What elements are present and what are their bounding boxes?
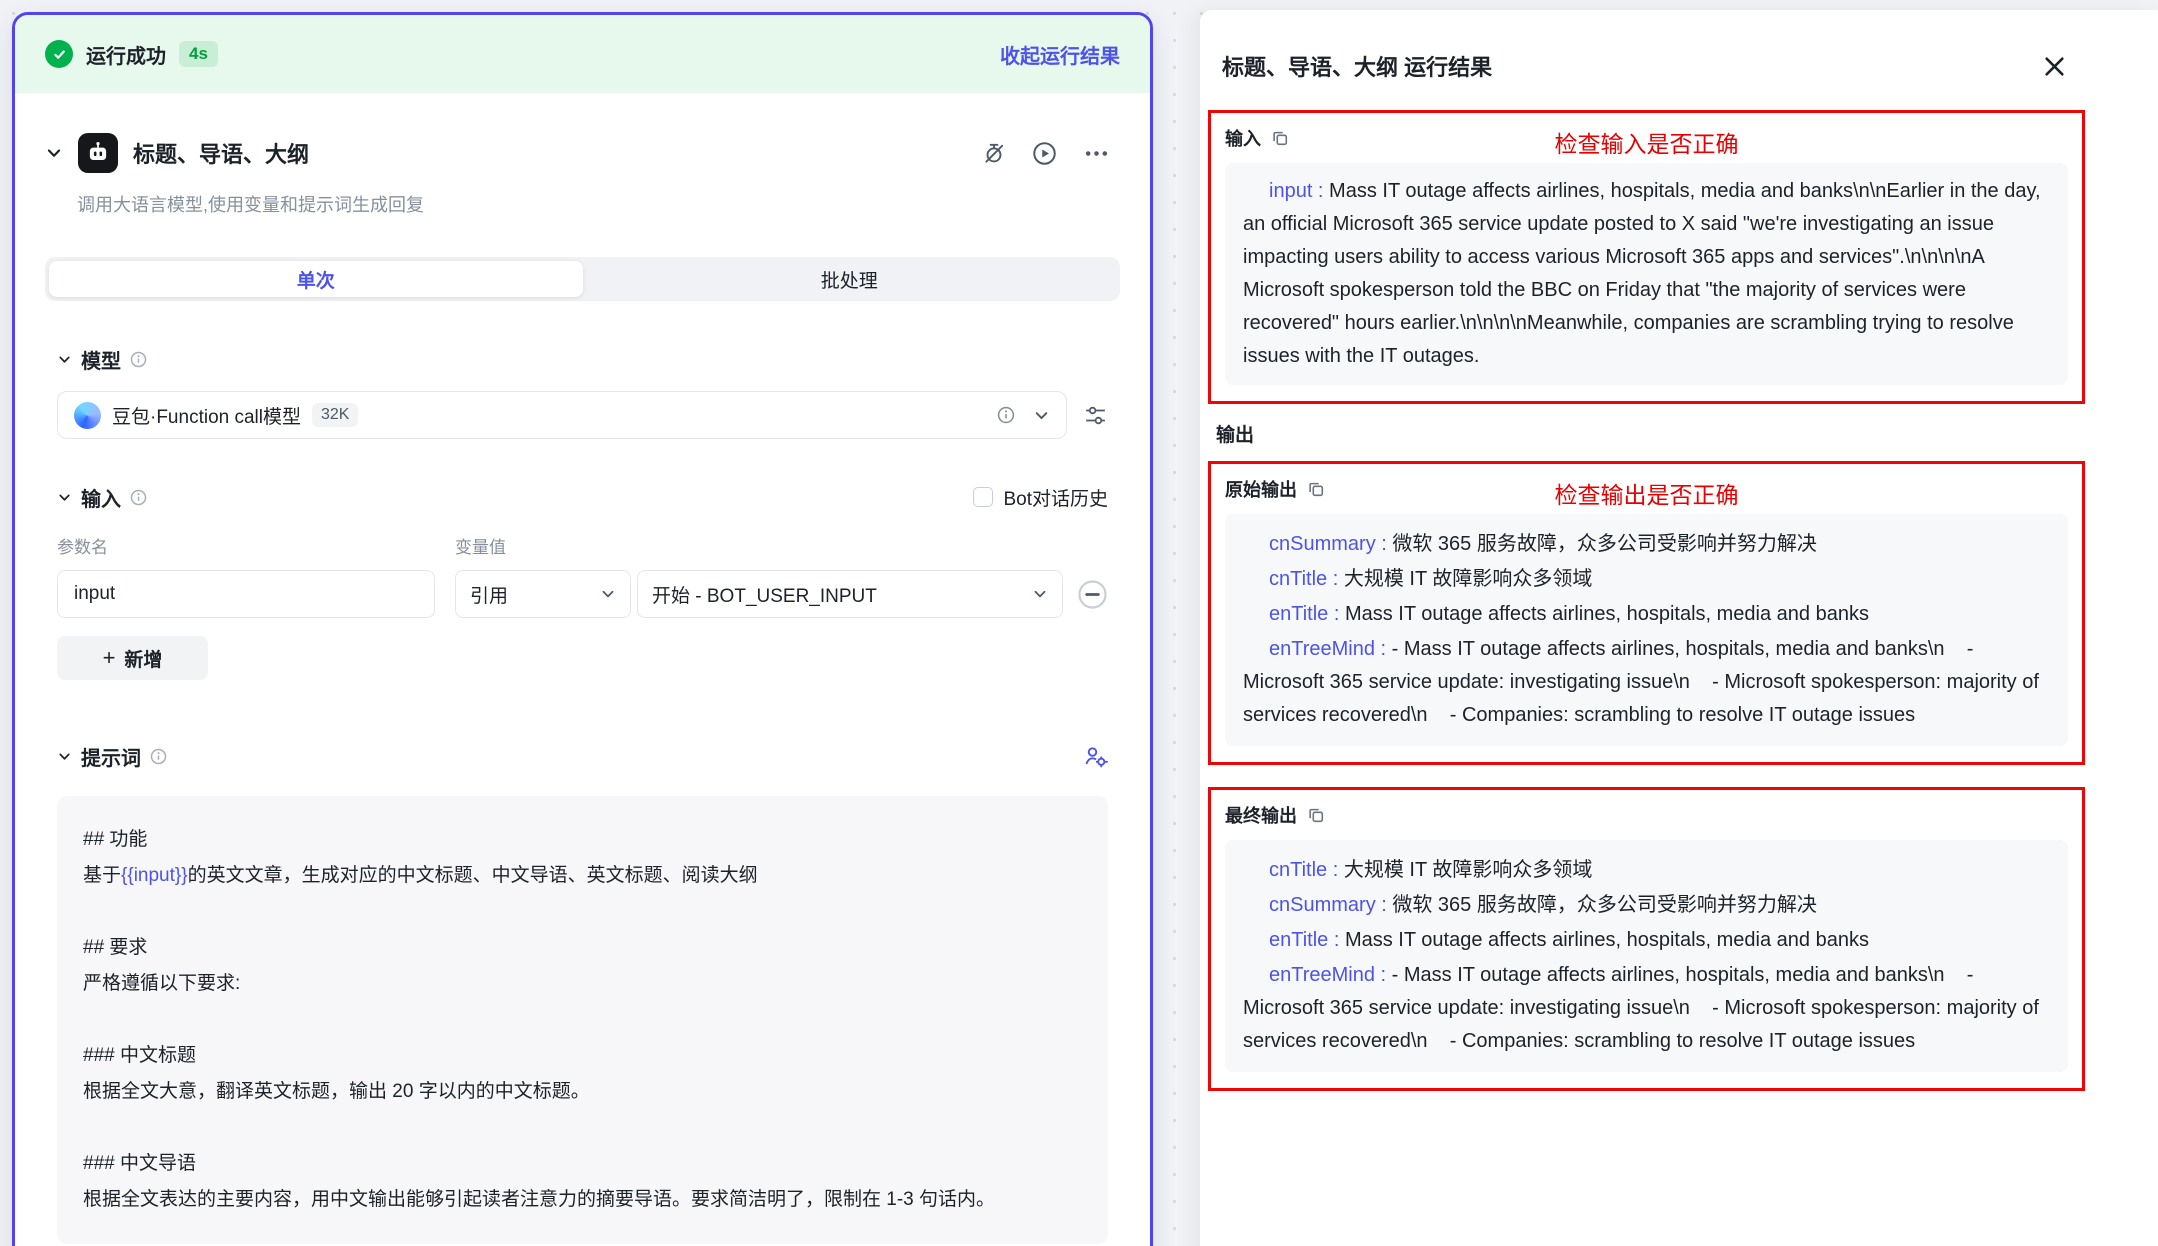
input-section-info-icon — [130, 489, 147, 506]
input-key: input : — [1269, 180, 1323, 202]
input-value: input : Mass IT outage affects airlines,… — [1243, 175, 2050, 373]
model-info-icon[interactable] — [997, 406, 1015, 424]
remove-param-button[interactable] — [1077, 579, 1108, 610]
input-section: 输入 Bot对话历史 参数名 变量值 引用 开始 - BOT_USER_INPU… — [57, 483, 1108, 680]
prompt-blank-line — [83, 894, 1082, 930]
param-name-column-header: 参数名 — [57, 533, 455, 558]
model-logo-icon — [74, 402, 101, 429]
optimize-prompt-icon[interactable] — [1083, 744, 1108, 769]
node-header: 标题、导语、大纲 — [15, 93, 1150, 177]
output-entry: enTitle : Mass IT outage affects airline… — [1243, 598, 2050, 631]
ref-type-value: 引用 — [470, 581, 508, 608]
llm-node-icon — [78, 133, 118, 173]
output-entry: enTitle : Mass IT outage affects airline… — [1243, 924, 2050, 957]
output-entry: enTreeMind : - Mass IT outage affects ai… — [1243, 959, 2050, 1058]
input-value-box: input : Mass IT outage affects airlines,… — [1225, 163, 2068, 385]
final-output-value-box: cnTitle : 大规模 IT 故障影响众多领域 cnSummary : 微软… — [1225, 840, 2068, 1072]
prompt-line: 基于{{input}}的英文文章，生成对应的中文标题、中文导语、英文标题、阅读大… — [83, 858, 1082, 894]
final-output-label: 最终输出 — [1225, 802, 1297, 828]
copy-final-output-icon[interactable] — [1307, 806, 1325, 824]
prompt-line: 严格遵循以下要求: — [83, 966, 1082, 1002]
raw-output-box: 原始输出 检查输出是否正确 cnSummary : 微软 365 服务故障，众多… — [1208, 461, 2085, 765]
success-check-icon — [45, 40, 73, 68]
copy-raw-output-icon[interactable] — [1307, 480, 1325, 498]
collapse-run-result-link[interactable]: 收起运行结果 — [1000, 40, 1120, 69]
output-section-label: 输出 — [1216, 420, 2158, 447]
prompt-section: 提示词 ## 功能 基于{{input}}的英文文章，生成对应的中文标题、中文导… — [57, 742, 1108, 1244]
input-result-box: 输入 检查输入是否正确 input : Mass IT outage affec… — [1208, 110, 2085, 404]
output-entry: cnSummary : 微软 365 服务故障，众多公司受影响并努力解决 — [1243, 528, 2050, 561]
model-section-info-icon — [130, 351, 147, 368]
run-status-text: 运行成功 — [86, 40, 166, 69]
prompt-line: ## 要求 — [83, 930, 1082, 966]
tab-batch[interactable]: 批处理 — [583, 261, 1117, 297]
input-section-label: 输入 — [81, 483, 121, 512]
prompt-variable: {{input}} — [121, 865, 188, 886]
ref-value-select[interactable]: 开始 - BOT_USER_INPUT — [637, 570, 1063, 618]
ref-value-chevron-icon — [1032, 586, 1048, 602]
bot-history-label: Bot对话历史 — [1003, 484, 1108, 511]
more-actions-icon[interactable] — [1083, 140, 1110, 167]
prompt-blank-line — [83, 1002, 1082, 1038]
param-row: 引用 开始 - BOT_USER_INPUT — [57, 570, 1108, 618]
output-entry: cnTitle : 大规模 IT 故障影响众多领域 — [1243, 854, 2050, 887]
model-settings-icon[interactable] — [1083, 403, 1108, 428]
ref-type-select[interactable]: 引用 — [455, 570, 631, 618]
prompt-line: ### 中文标题 — [83, 1038, 1082, 1074]
node-title: 标题、导语、大纲 — [133, 137, 309, 169]
param-value-column-header: 变量值 — [455, 533, 506, 558]
model-section-chevron-icon[interactable] — [57, 352, 72, 367]
prompt-line: ### 中文导语 — [83, 1146, 1082, 1182]
ref-value-text: 开始 - BOT_USER_INPUT — [652, 581, 877, 608]
model-context-badge: 32K — [312, 403, 358, 427]
plus-icon: + — [103, 645, 116, 671]
model-section-label: 模型 — [81, 345, 121, 374]
bot-history-checkbox[interactable] — [973, 487, 993, 507]
run-node-icon[interactable] — [1032, 141, 1057, 166]
run-status-banner: 运行成功 4s 收起运行结果 — [15, 15, 1150, 93]
output-entry: cnSummary : 微软 365 服务故障，众多公司受影响并努力解决 — [1243, 889, 2050, 922]
run-mode-tabs: 单次 批处理 — [45, 257, 1120, 301]
prompt-section-info-icon — [150, 748, 167, 765]
ref-type-chevron-icon — [600, 586, 616, 602]
prompt-editor[interactable]: ## 功能 基于{{input}}的英文文章，生成对应的中文标题、中文导语、英文… — [57, 796, 1108, 1244]
output-entry: enTreeMind : - Mass IT outage affects ai… — [1243, 633, 2050, 732]
output-entry: cnTitle : 大规模 IT 故障影响众多领域 — [1243, 563, 2050, 596]
prompt-section-label: 提示词 — [81, 742, 141, 771]
result-panel-title: 标题、导语、大纲 运行结果 — [1222, 50, 1492, 82]
add-param-button[interactable]: + 新增 — [57, 636, 208, 680]
copy-input-icon[interactable] — [1271, 129, 1289, 147]
raw-output-label: 原始输出 — [1225, 476, 1297, 502]
node-collapse-chevron-icon[interactable] — [45, 144, 63, 162]
input-section-chevron-icon[interactable] — [57, 490, 72, 505]
node-description: 调用大语言模型,使用变量和提示词生成回复 — [77, 191, 1110, 217]
prompt-section-chevron-icon[interactable] — [57, 749, 72, 764]
input-result-label: 输入 — [1225, 125, 1261, 151]
model-section: 模型 豆包·Function call模型 32K — [57, 345, 1108, 439]
model-name: 豆包·Function call模型 — [112, 402, 301, 429]
run-result-panel: 标题、导语、大纲 运行结果 输入 检查输入是否正确 input : Mass I… — [1200, 10, 2158, 1246]
add-param-label: 新增 — [124, 645, 162, 672]
run-duration-badge: 4s — [179, 41, 218, 67]
prompt-line: ## 功能 — [83, 822, 1082, 858]
model-select-chevron-icon — [1033, 407, 1050, 424]
final-output-box: 最终输出 cnTitle : 大规模 IT 故障影响众多领域 cnSummary… — [1208, 787, 2085, 1091]
llm-node-config-panel: 运行成功 4s 收起运行结果 标题、导语、大纲 调用大语言模型,使用变量和提示词… — [12, 12, 1153, 1246]
disable-debug-icon[interactable] — [982, 141, 1006, 165]
model-select[interactable]: 豆包·Function call模型 32K — [57, 391, 1067, 439]
prompt-blank-line — [83, 1110, 1082, 1146]
tab-single[interactable]: 单次 — [49, 261, 583, 297]
close-panel-icon[interactable] — [2041, 53, 2068, 80]
prompt-line: 根据全文大意，翻译英文标题，输出 20 字以内的中文标题。 — [83, 1074, 1082, 1110]
param-name-input[interactable] — [57, 570, 435, 618]
raw-output-value-box: cnSummary : 微软 365 服务故障，众多公司受影响并努力解决 cnT… — [1225, 514, 2068, 746]
prompt-line: 根据全文表达的主要内容，用中文输出能够引起读者注意力的摘要导语。要求简洁明了，限… — [83, 1182, 1082, 1218]
node-header-actions — [982, 140, 1110, 167]
